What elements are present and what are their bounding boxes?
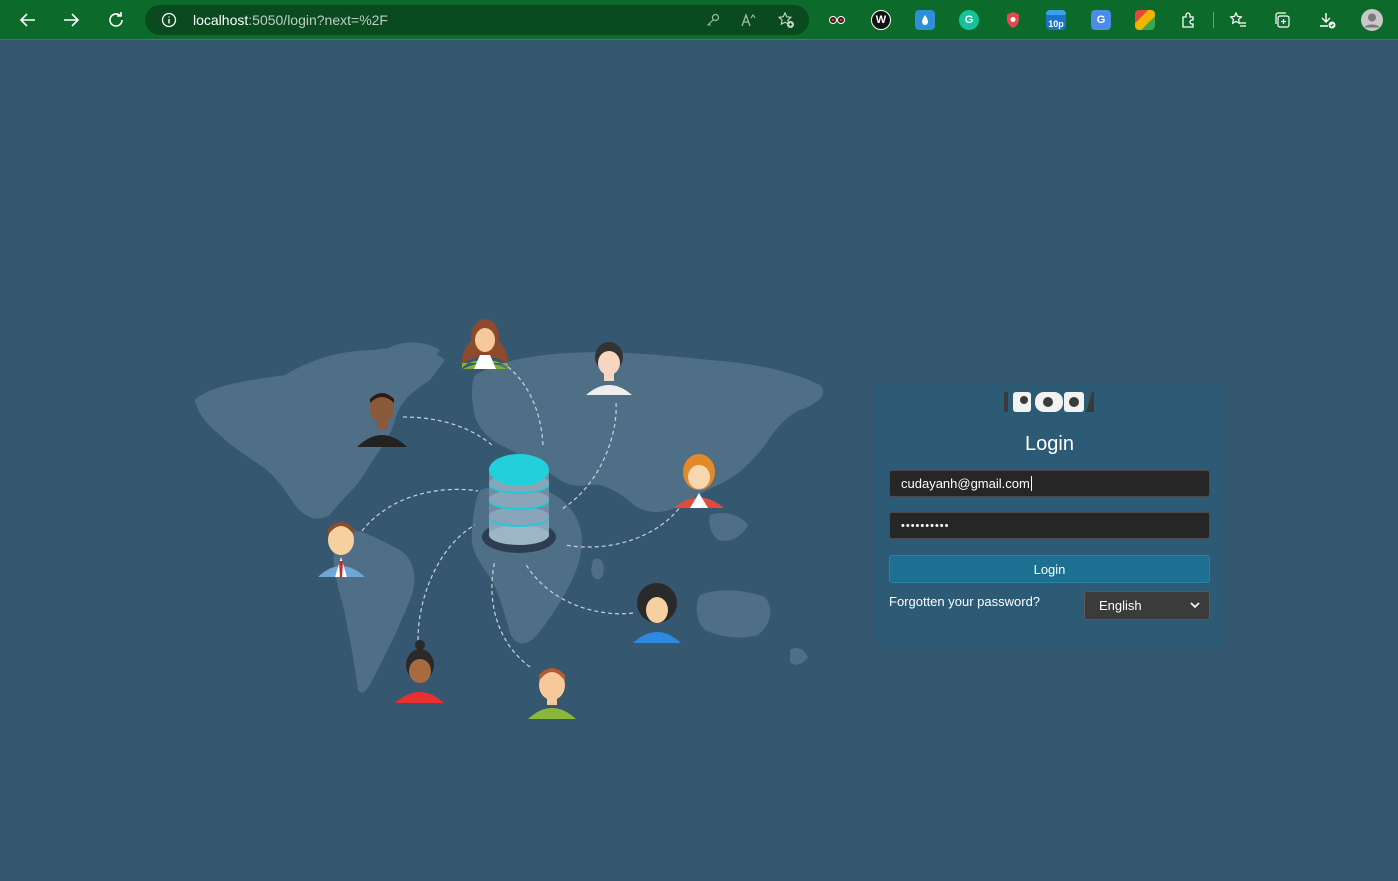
puzzle-icon <box>1182 12 1194 28</box>
password-field[interactable]: •••••••••• <box>889 512 1210 539</box>
arrow-left-icon <box>19 13 35 27</box>
email-value: cudayanh@gmail.com <box>901 476 1030 491</box>
10p-extension-icon[interactable]: 10p <box>1046 10 1066 30</box>
download-icon <box>1320 13 1336 29</box>
avatar-icon <box>1361 9 1383 31</box>
brand-logo-icon <box>1004 390 1094 414</box>
person-woman-topknot-icon <box>395 640 444 703</box>
password-mask: •••••••••• <box>901 519 950 532</box>
person-afro-icon <box>633 583 681 643</box>
text-caret <box>1030 476 1032 491</box>
reload-icon <box>109 12 123 27</box>
reload-button[interactable] <box>102 6 130 34</box>
favorites-button[interactable] <box>1224 6 1252 34</box>
login-button[interactable]: Login <box>889 555 1210 583</box>
forgot-password-link[interactable]: Forgotten your password? <box>889 594 1040 609</box>
url-text[interactable]: localhost:5050/login?next=%2F <box>193 12 388 28</box>
login-title: Login <box>1025 433 1074 455</box>
collections-icon <box>1275 12 1290 28</box>
person-woman-top-icon <box>462 319 508 369</box>
back-button[interactable] <box>14 6 42 34</box>
email-field[interactable]: cudayanh@gmail.com <box>889 470 1210 497</box>
extensions-button[interactable] <box>1175 6 1203 34</box>
add-favorite-icon[interactable] <box>776 11 796 29</box>
language-selected-value: English <box>1099 598 1142 613</box>
password-key-icon[interactable] <box>703 11 723 29</box>
chevron-down-icon <box>1190 602 1200 609</box>
grammarly-extension-icon[interactable]: G <box>959 10 979 30</box>
browser-toolbar: localhost:5050/login?next=%2F W G 10p G <box>0 0 1398 40</box>
downloads-button[interactable] <box>1313 6 1341 34</box>
color-picker-extension-icon[interactable] <box>1135 10 1155 30</box>
arrow-right-icon <box>64 13 80 27</box>
grammarly-glyph: G <box>964 14 974 26</box>
translate-glyph: G <box>1096 14 1106 26</box>
forward-button[interactable] <box>57 6 85 34</box>
w-extension-icon[interactable]: W <box>871 10 891 30</box>
login-panel: Login cudayanh@gmail.com •••••••••• Logi… <box>875 384 1224 647</box>
url-path: :5050/login?next=%2F <box>248 12 388 28</box>
database-icon <box>482 454 556 553</box>
profile-button[interactable] <box>1358 6 1386 34</box>
favorites-icon <box>1229 11 1246 27</box>
person-man-green-icon <box>528 668 576 719</box>
address-bar[interactable]: localhost:5050/login?next=%2F <box>145 5 809 35</box>
url-host: localhost <box>193 12 249 28</box>
shield-extension-icon[interactable] <box>1003 10 1023 30</box>
10p-glyph: 10p <box>1048 19 1064 29</box>
droplet-extension-icon[interactable] <box>915 10 935 30</box>
network-illustration <box>195 319 824 719</box>
glasses-extension-icon[interactable] <box>827 10 847 30</box>
translate-extension-icon[interactable]: G <box>1091 10 1111 30</box>
w-extension-glyph: W <box>875 14 887 26</box>
language-select[interactable]: English <box>1084 591 1210 620</box>
info-icon[interactable] <box>161 12 177 28</box>
read-aloud-icon[interactable] <box>739 11 759 29</box>
collections-button[interactable] <box>1268 6 1296 34</box>
toolbar-separator <box>1213 12 1214 28</box>
